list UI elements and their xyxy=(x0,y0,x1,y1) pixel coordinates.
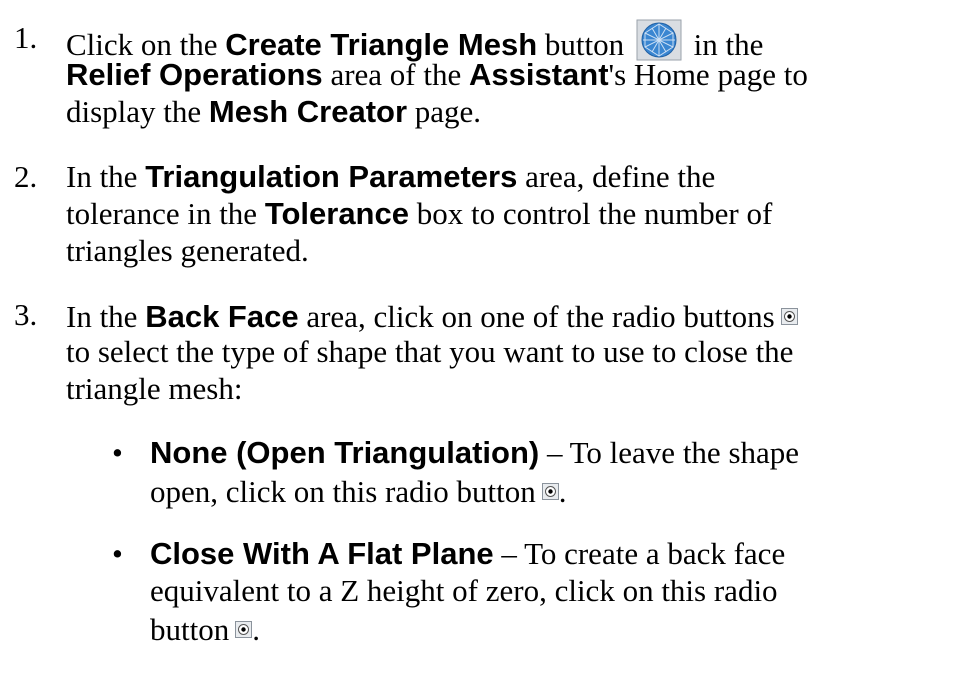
bullet-1-symbol: • xyxy=(112,435,123,470)
bullet-2-line-3: button . xyxy=(150,609,260,648)
radio-button-icon xyxy=(235,609,253,638)
relief-operations-label: Relief Operations xyxy=(66,57,323,92)
radio-button-icon xyxy=(780,296,798,325)
step-2-line-1: In the Triangulation Parameters area, de… xyxy=(66,159,716,194)
back-face-label: Back Face xyxy=(145,299,299,334)
step-2-number: 2. xyxy=(14,159,38,194)
step-3-line-2: to select the type of shape that you wan… xyxy=(66,334,794,369)
close-with-flat-plane-label: Close With A Flat Plane xyxy=(150,536,494,571)
triangle-mesh-icon xyxy=(636,19,682,61)
step-2-line-2: tolerance in the Tolerance box to contro… xyxy=(66,196,773,231)
step-3-line-1: In the Back Face area, click on one of t… xyxy=(66,296,798,335)
bullet-2-line-2: equivalent to a Z height of zero, click … xyxy=(150,573,778,608)
mesh-creator-label: Mesh Creator xyxy=(208,94,408,129)
none-open-triangulation-label: None (Open Triangulation) xyxy=(150,435,540,470)
radio-button-icon xyxy=(541,471,559,500)
bullet-2-line-1: Close With A Flat Plane – To create a ba… xyxy=(150,536,786,571)
step-2-line-3: triangles generated. xyxy=(66,233,309,268)
triangulation-parameters-label: Triangulation Parameters xyxy=(145,159,518,194)
tolerance-label: Tolerance xyxy=(264,196,409,231)
bullet-1-line-2: open, click on this radio button . xyxy=(150,471,566,510)
bullet-2-symbol: • xyxy=(112,536,123,571)
step-3-line-3: triangle mesh: xyxy=(66,371,243,406)
assistant-label: Assistant xyxy=(468,57,609,92)
step-3-number: 3. xyxy=(14,297,38,332)
step-1-line-3: display the Mesh Creator page. xyxy=(66,94,482,129)
step-1-line-2: Relief Operations area of the Assistant'… xyxy=(66,57,808,92)
document-page: 1. Click on the Create Triangle Mesh but… xyxy=(0,0,963,699)
step-1-number: 1. xyxy=(14,20,38,55)
bullet-1-line-1: None (Open Triangulation) – To leave the… xyxy=(150,435,800,470)
